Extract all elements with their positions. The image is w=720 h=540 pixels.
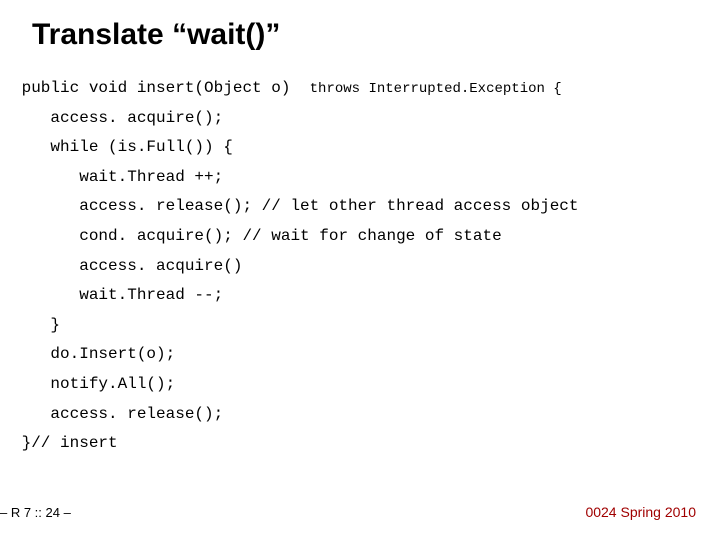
footer-left: – R 7 :: 24 – <box>0 505 71 520</box>
code-line-3: while (is.Full()) { <box>12 138 233 156</box>
code-line-12: access. release(); <box>12 405 223 423</box>
slide-title: Translate “wait()” <box>32 18 692 52</box>
code-line-7: access. acquire() <box>12 257 242 275</box>
code-line-2: access. acquire(); <box>12 109 223 127</box>
code-line-6: cond. acquire(); // wait for change of s… <box>12 227 502 245</box>
code-line-5: access. release(); // let other thread a… <box>12 197 579 215</box>
code-line-11: notify.All(); <box>12 375 175 393</box>
code-line-4: wait.Thread ++; <box>12 168 223 186</box>
code-line-1b: throws Interrupted.Exception { <box>310 81 562 97</box>
code-line-10: do.Insert(o); <box>12 345 175 363</box>
code-line-1a: public void insert(Object o) <box>12 79 310 97</box>
code-line-8: wait.Thread --; <box>12 286 223 304</box>
footer-right: 0024 Spring 2010 <box>585 504 696 520</box>
code-line-13: }// insert <box>12 434 118 452</box>
slide: Translate “wait()” public void insert(Ob… <box>0 0 720 540</box>
code-line-9: } <box>12 316 60 334</box>
code-block: public void insert(Object o) throws Inte… <box>12 74 692 459</box>
